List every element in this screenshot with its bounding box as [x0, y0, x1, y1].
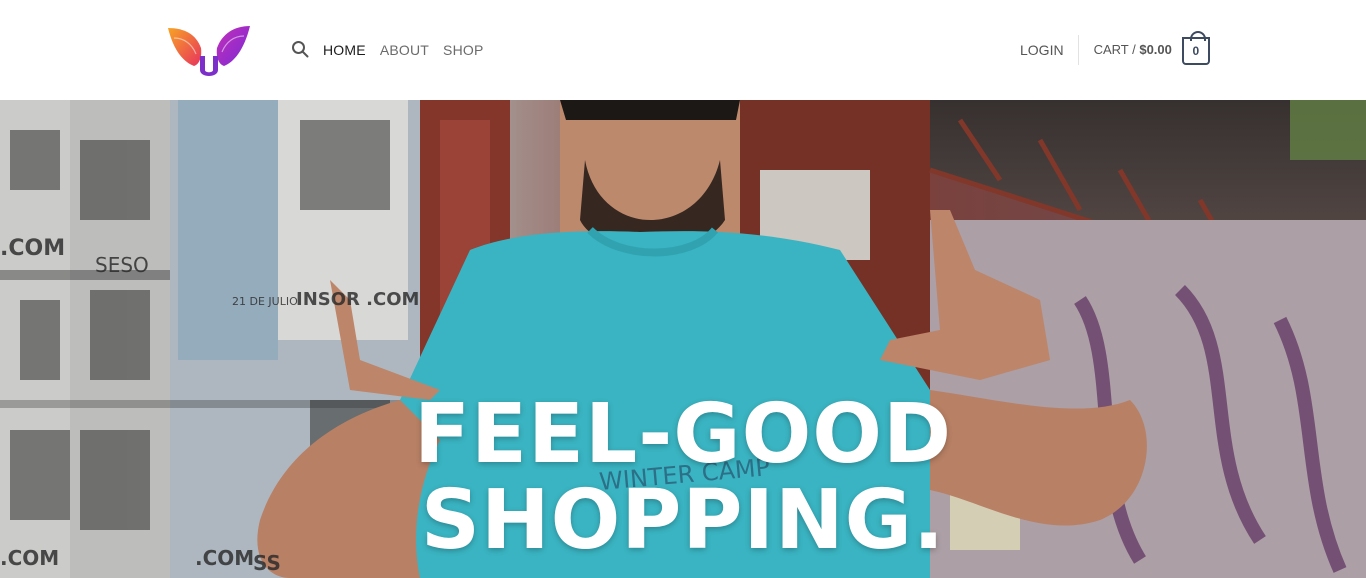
- hero-title-line-1: FEEL-GOOD: [413, 387, 953, 482]
- wings-logo-icon: [168, 26, 250, 76]
- account-nav: LOGIN CART / $0.00 0: [1020, 31, 1210, 65]
- login-link[interactable]: LOGIN: [1020, 41, 1064, 59]
- hero-title-line-2: SHOPPING.: [420, 473, 946, 568]
- cart-amount: $0.00: [1139, 42, 1172, 57]
- cart-bag-icon[interactable]: 0: [1181, 31, 1210, 65]
- nav-item-shop[interactable]: SHOP: [443, 41, 483, 59]
- cart-link[interactable]: CART / $0.00 0: [1093, 31, 1210, 65]
- search-button[interactable]: [291, 40, 311, 60]
- site-logo[interactable]: [166, 22, 252, 80]
- nav-item-home[interactable]: HOME: [323, 41, 366, 59]
- site-header: HOME ABOUT SHOP LOGIN CART / $0.00 0: [0, 0, 1366, 100]
- search-icon: [292, 41, 309, 58]
- nav-item-about[interactable]: ABOUT: [380, 41, 429, 59]
- cart-count: 0: [1192, 44, 1200, 58]
- nav-divider: [1077, 35, 1079, 65]
- cart-label: CART / $0.00: [1093, 42, 1172, 57]
- hero-banner: WINTER CAMP .COM SESO 21 DE JULIO INSOR …: [0, 100, 1366, 578]
- hero-title: FEEL-GOOD SHOPPING.: [0, 392, 1366, 564]
- main-nav: HOME ABOUT SHOP: [323, 41, 484, 59]
